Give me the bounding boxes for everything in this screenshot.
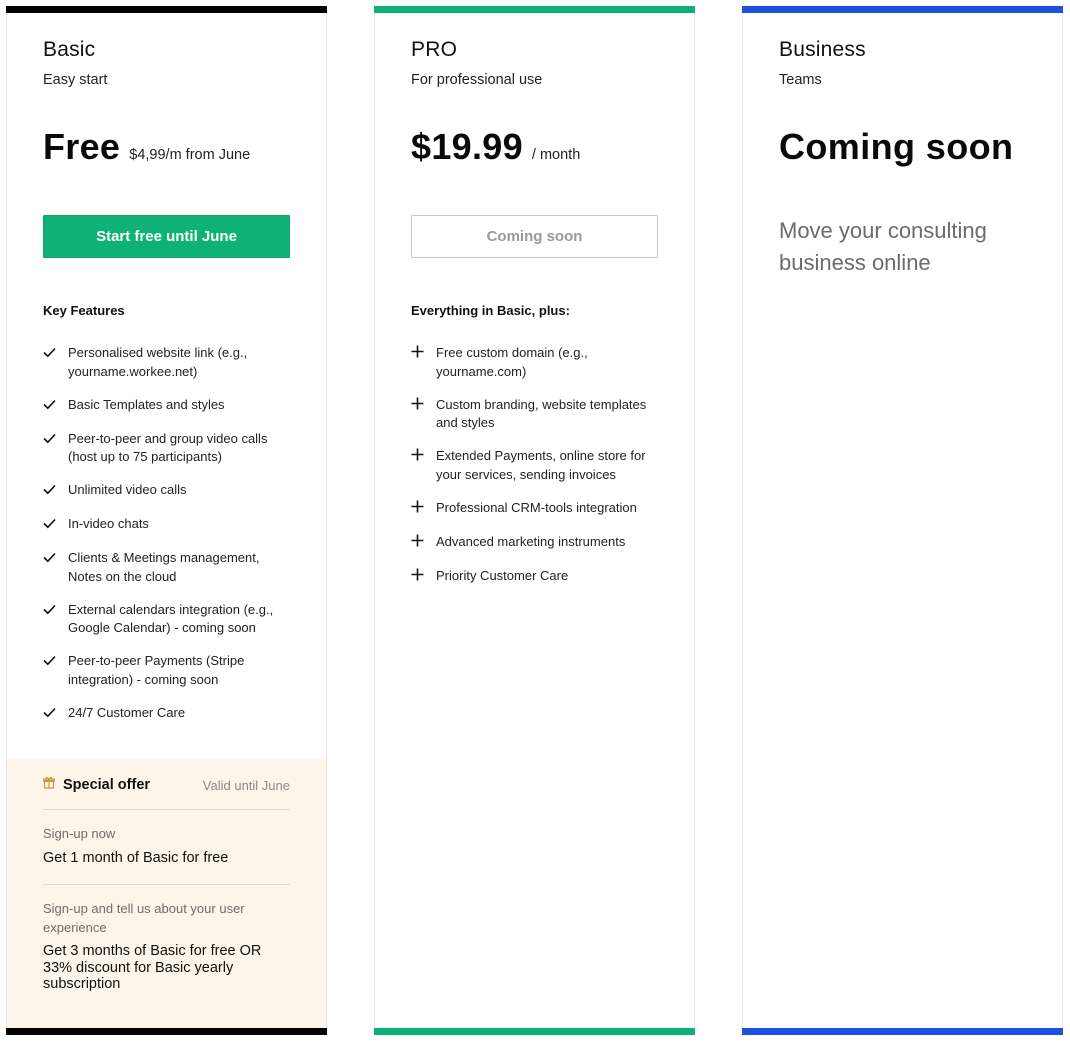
- plan-name: PRO: [411, 38, 458, 61]
- plus-icon: [411, 447, 436, 467]
- offer-valid-until: Valid until June: [202, 777, 290, 793]
- feature-item: Custom branding, website templates and s…: [411, 396, 661, 433]
- feature-list: Personalised website link (e.g., yournam…: [43, 344, 293, 738]
- plan-tagline: Move your consulting business online: [779, 218, 987, 275]
- features-title: Everything in Basic, plus:: [411, 303, 570, 318]
- accent-bar-top: [374, 6, 695, 13]
- plus-icon: [411, 533, 436, 553]
- start-free-button[interactable]: Start free until June: [43, 215, 290, 258]
- offer-benefit: Get 1 month of Basic for free: [43, 850, 229, 866]
- check-icon: [43, 601, 68, 621]
- price-note: $4,99/m from June: [129, 147, 251, 163]
- plan-card-basic: Basic Easy start Free $4,99/m from June …: [6, 6, 327, 1035]
- accent-bar-bottom: [374, 1028, 695, 1035]
- feature-item: Advanced marketing instruments: [411, 533, 661, 553]
- features-title: Key Features: [43, 303, 125, 318]
- offer-title: Special offer: [63, 777, 151, 793]
- special-offer-panel: Special offer Valid until June Sign-up n…: [7, 759, 326, 1028]
- check-icon: [43, 481, 68, 501]
- price-row: Free $4,99/m from June: [43, 126, 250, 168]
- check-icon: [43, 704, 68, 724]
- plan-subtitle: For professional use: [411, 72, 543, 88]
- accent-bar-bottom: [742, 1028, 1063, 1035]
- plus-icon: [411, 499, 436, 519]
- price-note: / month: [531, 147, 581, 163]
- plan-card-pro: PRO For professional use $19.99 / month …: [374, 6, 695, 1035]
- offer-condition: Sign-up now: [43, 826, 116, 841]
- feature-item: In-video chats: [43, 515, 293, 535]
- coming-soon-button[interactable]: Coming soon: [411, 215, 658, 258]
- divider: [43, 809, 290, 810]
- feature-item: External calendars integration (e.g., Go…: [43, 601, 293, 638]
- plus-icon: [411, 344, 436, 364]
- check-icon: [43, 549, 68, 569]
- check-icon: [43, 344, 68, 364]
- feature-item: 24/7 Customer Care: [43, 704, 293, 724]
- offer-benefit: Get 3 months of Basic for free OR 33% di…: [43, 943, 262, 992]
- feature-list: Free custom domain (e.g., yourname.com) …: [411, 344, 661, 601]
- plan-subtitle: Teams: [779, 72, 822, 88]
- feature-item: Extended Payments, online store for your…: [411, 447, 661, 484]
- check-icon: [43, 652, 68, 672]
- plan-subtitle: Easy start: [43, 72, 108, 88]
- accent-bar-top: [6, 6, 327, 13]
- price-row: $19.99 / month: [411, 126, 580, 168]
- feature-item: Basic Templates and styles: [43, 396, 293, 416]
- divider: [43, 884, 290, 885]
- feature-item: Professional CRM-tools integration: [411, 499, 661, 519]
- check-icon: [43, 396, 68, 416]
- feature-item: Peer-to-peer and group video calls (host…: [43, 430, 293, 467]
- coming-soon-headline: Coming soon: [779, 126, 1014, 167]
- offer-condition: Sign-up and tell us about your user expe…: [43, 901, 245, 935]
- plan-price: $19.99: [411, 126, 523, 167]
- check-icon: [43, 430, 68, 450]
- accent-bar-bottom: [6, 1028, 327, 1035]
- feature-item: Clients & Meetings management, Notes on …: [43, 549, 293, 586]
- plan-name: Business: [779, 38, 866, 61]
- feature-item: Priority Customer Care: [411, 567, 661, 587]
- feature-item: Free custom domain (e.g., yourname.com): [411, 344, 661, 381]
- feature-item: Personalised website link (e.g., yournam…: [43, 344, 293, 381]
- accent-bar-top: [742, 6, 1063, 13]
- plan-price: Free: [43, 126, 121, 167]
- plan-name: Basic: [43, 38, 96, 61]
- feature-item: Peer-to-peer Payments (Stripe integratio…: [43, 652, 293, 689]
- plan-card-business: Business Teams Coming soon Move your con…: [742, 6, 1063, 1035]
- plus-icon: [411, 396, 436, 416]
- feature-item: Unlimited video calls: [43, 481, 293, 501]
- check-icon: [43, 515, 68, 535]
- offer-header: Special offer Valid until June: [43, 775, 290, 795]
- gift-icon: [43, 776, 55, 794]
- plus-icon: [411, 567, 436, 587]
